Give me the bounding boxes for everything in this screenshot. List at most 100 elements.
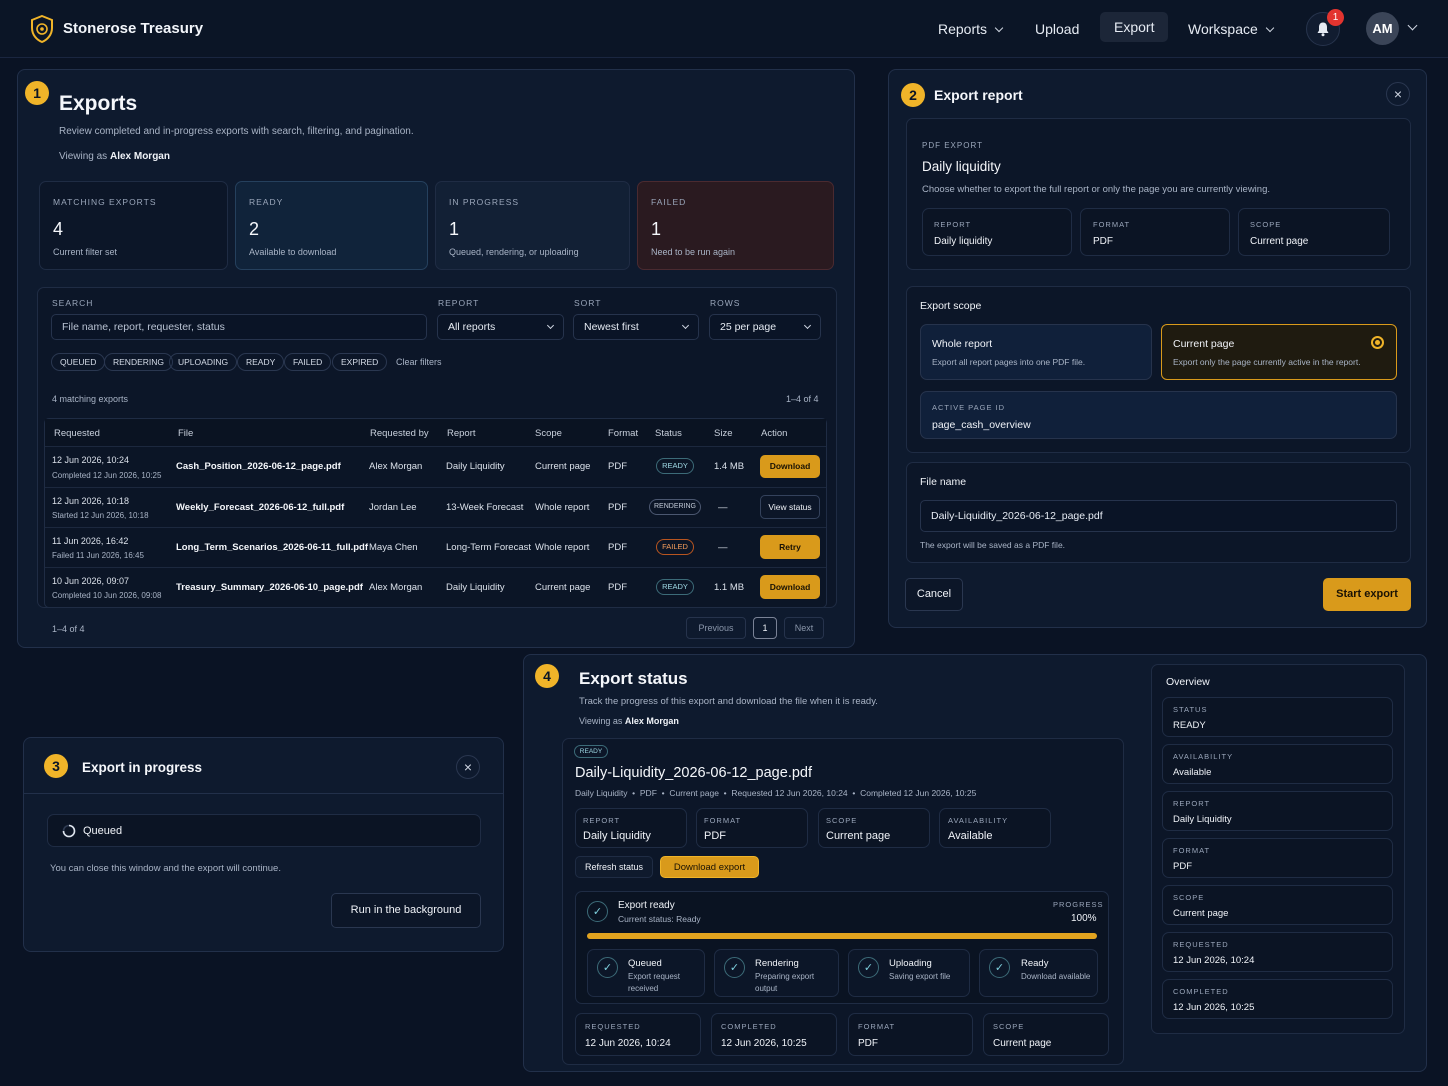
download-export-button[interactable]: Download export — [660, 856, 759, 878]
tile-label: FORMAT — [858, 1022, 896, 1031]
file-name[interactable]: Long_Term_Scenarios_2026-06-11_full.pdf — [176, 542, 368, 553]
nav-upload[interactable]: Upload — [1035, 21, 1079, 37]
run-in-background-button[interactable]: Run in the background — [331, 893, 481, 928]
page-title: Export status — [579, 669, 688, 688]
scope-option-desc: Export only the page currently active in… — [1173, 357, 1361, 367]
filter-chip-expired[interactable]: EXPIRED — [332, 353, 388, 371]
filter-chip-rendering[interactable]: RENDERING — [104, 353, 174, 371]
nav-workspace[interactable]: Workspace — [1188, 21, 1275, 37]
file-name[interactable]: Treasury_Summary_2026-06-10_page.pdf — [176, 582, 363, 593]
overview-label: REQUESTED — [1173, 940, 1229, 949]
file-name-input[interactable]: Daily-Liquidity_2026-06-12_page.pdf — [920, 500, 1397, 532]
previous-page-button[interactable]: Previous — [686, 617, 746, 639]
overview-label: COMPLETED — [1173, 987, 1229, 996]
close-icon[interactable]: × — [1386, 82, 1410, 106]
column-header: Status — [655, 428, 682, 439]
overview-item — [1162, 791, 1393, 831]
refresh-status-button[interactable]: Refresh status — [575, 856, 653, 878]
tile-value: PDF — [704, 830, 726, 842]
next-page-button[interactable]: Next — [784, 617, 824, 639]
avatar[interactable]: AM — [1366, 12, 1399, 45]
overview-label: FORMAT — [1173, 846, 1211, 855]
sort-select[interactable]: Newest first — [573, 314, 699, 340]
close-icon[interactable]: × — [456, 755, 480, 779]
page-title: Exports — [59, 92, 138, 115]
file-name[interactable]: Cash_Position_2026-06-12_page.pdf — [176, 461, 341, 472]
bottom-tile-format — [848, 1013, 973, 1056]
info-tile-scope — [818, 808, 930, 848]
page-subtitle: Review completed and in-progress exports… — [59, 126, 414, 137]
file-name-note: The export will be saved as a PDF file. — [920, 540, 1066, 550]
requested-by: Alex Morgan — [369, 582, 423, 593]
search-input[interactable]: File name, report, requester, status — [51, 314, 427, 340]
view-status-button[interactable]: View status — [760, 495, 820, 519]
report-name: Daily Liquidity — [446, 582, 505, 593]
meta-value: Daily liquidity — [934, 236, 993, 247]
download-button[interactable]: Download — [760, 575, 820, 599]
scope-option-whole[interactable] — [920, 324, 1152, 380]
column-header: File — [178, 428, 194, 439]
status-badge: READY — [574, 745, 608, 758]
shield-logo-icon — [31, 15, 53, 43]
scope-option-current[interactable] — [1161, 324, 1397, 380]
scope: Current page — [535, 461, 591, 472]
clear-filters-link[interactable]: Clear filters — [396, 357, 442, 367]
file-name[interactable]: Weekly_Forecast_2026-06-12_full.pdf — [176, 502, 344, 513]
overview-item — [1162, 932, 1393, 972]
start-export-button[interactable]: Start export — [1323, 578, 1411, 611]
stat-note: Need to be run again — [651, 247, 736, 257]
tile-label: COMPLETED — [721, 1022, 777, 1031]
nav-workspace-label: Workspace — [1188, 21, 1258, 37]
stat-label: MATCHING EXPORTS — [53, 197, 157, 207]
column-header: Requested by — [370, 428, 429, 439]
step-title: Rendering — [755, 958, 799, 969]
chevron-down-icon — [803, 321, 812, 330]
overview-item — [1162, 697, 1393, 737]
filter-chip-ready[interactable]: READY — [237, 353, 285, 371]
matching-count: 4 matching exports — [52, 394, 129, 404]
progress-bar — [587, 933, 1097, 939]
tile-label: SCOPE — [993, 1022, 1025, 1031]
stat-value: 1 — [651, 219, 662, 239]
filter-chip-uploading[interactable]: UPLOADING — [169, 353, 238, 371]
report-select[interactable]: All reports — [437, 314, 564, 340]
scope-option-title: Whole report — [932, 338, 993, 350]
column-header: Report — [447, 428, 476, 439]
column-header: Requested — [54, 428, 100, 439]
overview-title: Overview — [1166, 676, 1210, 688]
spinner-icon — [62, 824, 76, 838]
progress-bar-fill — [587, 933, 1097, 939]
meta-label: SCOPE — [1250, 220, 1282, 229]
rows-select[interactable]: 25 per page — [709, 314, 821, 340]
scope: Whole report — [535, 542, 590, 553]
cancel-button[interactable]: Cancel — [905, 578, 963, 611]
filter-chip-queued[interactable]: QUEUED — [51, 353, 106, 371]
download-button[interactable]: Download — [760, 455, 820, 478]
retry-button[interactable]: Retry — [760, 535, 820, 559]
active-page-label: ACTIVE PAGE ID — [932, 403, 1006, 412]
tile-label: FORMAT — [704, 816, 742, 825]
progress-note: You can close this window and the export… — [50, 863, 281, 874]
page-1-button[interactable]: 1 — [753, 617, 777, 639]
filter-chip-failed[interactable]: FAILED — [284, 353, 332, 371]
meta-report: Daily Liquidity — [575, 788, 628, 798]
report-filter-label: REPORT — [438, 298, 480, 308]
scope-option-desc: Export all report pages into one PDF fil… — [932, 357, 1086, 367]
check-icon: ✓ — [989, 957, 1010, 978]
progress-subtitle: Current status: Ready — [618, 914, 701, 924]
radio-selected-icon[interactable] — [1371, 336, 1384, 349]
step-desc: Preparing export output — [755, 972, 815, 993]
nav-export[interactable]: Export — [1100, 12, 1169, 42]
check-icon: ✓ — [597, 957, 618, 978]
overview-value: 12 Jun 2026, 10:24 — [1173, 955, 1255, 966]
overview-value: READY — [1173, 720, 1206, 731]
search-label: SEARCH — [52, 298, 94, 308]
status-badge: READY — [656, 579, 694, 595]
overview-value: Available — [1173, 767, 1212, 778]
notification-count: 1 — [1327, 9, 1344, 26]
stat-value: 2 — [249, 219, 260, 239]
active-page-id: page_cash_overview — [932, 419, 1031, 431]
nav-reports[interactable]: Reports — [938, 21, 1004, 37]
overview-item — [1162, 838, 1393, 878]
step-number-badge: 3 — [44, 754, 68, 778]
